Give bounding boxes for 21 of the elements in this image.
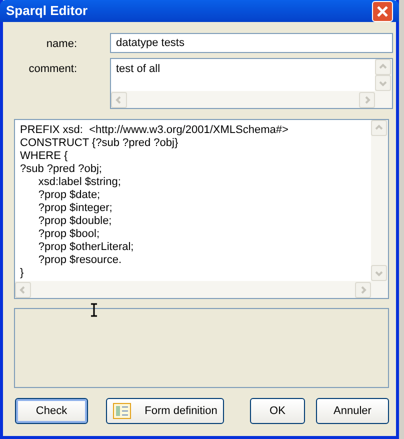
name-field[interactable]: datatype tests — [110, 33, 393, 53]
horizontal-scrollbar[interactable] — [111, 91, 375, 108]
form-icon — [112, 403, 131, 419]
close-button[interactable] — [372, 0, 393, 22]
vertical-scrollbar[interactable] — [371, 120, 388, 281]
horizontal-scrollbar[interactable] — [15, 281, 371, 298]
window-title: Sparql Editor — [6, 2, 88, 20]
dialog-button[interactable]: Annuler — [316, 398, 389, 424]
close-icon — [377, 6, 388, 16]
comment-field[interactable]: test of all — [110, 58, 393, 109]
query-text: PREFIX xsd: <http://www.w3.org/2001/XMLSchema#> CONSTRUCT {?sub ?pred ?obj} WHERE { ?sub ?pred ?obj; xsd:label $string; ?prop $date; ?prop $integer; ?prop $double; ?prop $bool; ?prop $otherLiteral; ?prop $resource. } — [19, 123, 290, 281]
scrollbar-corner — [375, 91, 392, 108]
query-editor[interactable] — [14, 119, 389, 299]
text-cursor-icon — [90, 303, 98, 317]
vertical-scrollbar[interactable] — [375, 59, 392, 91]
scrollbar-corner — [371, 281, 388, 298]
dialog-button[interactable]: OK — [250, 398, 305, 424]
dialog-button[interactable]: Form definition — [106, 398, 224, 424]
dialog-button[interactable]: Check — [15, 398, 88, 424]
field-label: name: — [45, 37, 77, 52]
field-label: comment: — [28, 62, 77, 77]
